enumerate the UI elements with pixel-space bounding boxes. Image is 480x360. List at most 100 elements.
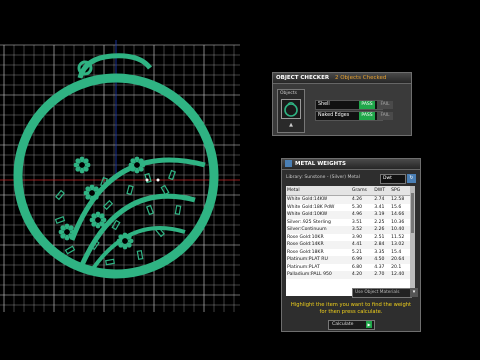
baguette-stone [160,184,170,196]
table-cell: 3.41 [374,204,385,210]
table-row[interactable]: Palladium:PALL 950 4.20 2.70 12.40 [286,271,410,279]
table-cell: 4.26 [350,195,374,204]
table-cell: Silver:.925 Sterling [287,219,331,225]
scale-icon [285,160,292,167]
metal-weights-title: METAL WEIGHTS [295,161,346,167]
table-cell: 20.64 [390,256,410,264]
flower-setting [58,223,76,241]
table-cell: 2.51 [374,234,385,240]
table-cell: 10.40 [390,226,410,234]
baguette-stone [64,245,76,255]
object-checker-title: OBJECT CHECKER [276,75,330,81]
table-cell: 20.1 [391,264,402,270]
table-scrollbar-thumb[interactable] [411,193,414,233]
metal-table[interactable]: Metal Grams DWT SPG White Gold:14KW 4.26 2… [286,186,410,296]
table-cell: White Gold:18K PdW [287,204,335,210]
baguette-stone [54,215,66,225]
column-header-spg[interactable]: SPG [390,186,410,196]
table-cell: 5.21 [351,249,363,255]
table-header-row: Metal Grams DWT SPG [286,186,410,196]
table-cell: 3.35 [374,249,385,255]
column-header-grams[interactable]: Grams [350,186,374,196]
table-row[interactable]: White Gold:14KW 4.26 2.74 12.58 [286,195,410,204]
naked-edges-pass-badge: PASS [359,112,375,120]
table-cell: 3.19 [373,211,391,219]
table-cell: 14.66 [390,211,410,219]
table-row[interactable]: Rose Gold:10KR 3.90 2.51 11.52 [286,234,410,242]
table-cell: 10.36 [391,219,405,225]
chevron-down-icon[interactable]: ▾ [410,288,418,297]
shell-pass-badge: PASS [359,101,375,109]
flower-setting [128,156,146,174]
flower-setting [116,232,134,250]
table-cell: 4.41 [350,241,374,249]
metal-weights-title-bar[interactable]: METAL WEIGHTS [282,159,420,170]
object-checker-title-bar[interactable]: OBJECT CHECKER 2 Objects Checked [273,73,411,84]
column-header-dwt[interactable]: DWT [373,186,391,196]
shell-fail-badge: FAIL [377,101,393,109]
table-cell: 3.52 [350,226,374,234]
table-cell: 3.90 [351,234,363,240]
flower-setting [89,211,107,229]
table-cell: Rose Gold:14KR [286,241,351,249]
library-label: Library: Sunstone - (Silver) Metal [286,175,360,180]
table-cell: 2.26 [373,226,391,234]
unit-select[interactable]: Dwt [380,174,406,184]
table-cell: 4.50 [373,256,391,264]
table-row[interactable]: Platinum:PLAT 6.80 4.37 20.1 [286,264,410,272]
object-thumbnail[interactable] [281,99,301,119]
shell-check-label: Shell [318,102,330,107]
table-row[interactable]: Platinum:PLAT RU 6.99 4.50 20.64 [286,256,410,264]
table-cell: 2.25 [374,219,385,225]
baguette-stone [174,205,182,215]
table-cell: White Gold:14KW [286,195,351,204]
table-cell: Platinum:PLAT RU [286,256,351,264]
table-cell: 4.37 [374,264,385,270]
table-cell: Platinum:PLAT [287,264,320,270]
objects-box: Objects ▲ [277,89,305,133]
table-cell: 5.30 [351,204,363,210]
unit-refresh-icon[interactable]: ↻ [407,174,416,183]
table-cell: 12.58 [390,195,410,204]
table-row[interactable]: Rose Gold:18KR 5.21 3.35 15.4 [286,249,410,257]
table-cell: White Gold:10KW [286,211,351,219]
table-cell: Rose Gold:10KR [287,234,324,240]
column-header-metal[interactable]: Metal [286,186,351,196]
metal-weights-panel: METAL WEIGHTS Library: Sunstone - (Silve… [281,158,421,332]
table-cell: 11.52 [391,234,405,240]
objects-checked-status: 2 Objects Checked [334,75,387,81]
table-row[interactable]: Silver:.925 Sterling 3.51 2.25 10.36 [286,219,410,227]
calculate-hint: Highlight the item you want to find the … [290,302,412,315]
table-cell: 2.74 [373,195,391,204]
table-cell: 2.84 [373,241,391,249]
material-source-select[interactable]: Use Object Materials [352,288,412,298]
table-cell: 13.02 [390,241,410,249]
table-cell: 3.51 [351,219,363,225]
flower-setting [83,184,101,202]
objects-label: Objects [280,91,298,96]
table-row[interactable]: White Gold:18K PdW 5.30 3.41 15.6 [286,204,410,212]
table-cell: 4.20 [350,271,374,279]
table-cell: 12.40 [390,271,410,279]
table-cell: 2.70 [373,271,391,279]
table-row[interactable]: Rose Gold:14KR 4.41 2.84 13.02 [286,241,410,249]
table-cell: 4.96 [350,211,374,219]
earring-thumbnail-icon [284,102,298,117]
scroll-up-arrow-icon[interactable]: ▲ [286,122,296,128]
baguette-stone [126,184,134,196]
table-cell: Palladium:PALL 950 [286,271,351,279]
table-cell: 6.99 [350,256,374,264]
table-row[interactable]: Silver:Continuum 3.52 2.26 10.40 [286,226,410,234]
naked-edges-fail-badge: FAIL [377,112,393,120]
table-cell: Rose Gold:18KR [287,249,324,255]
naked-edges-check-label: Naked Edges [318,113,350,118]
baguette-stone [145,204,155,216]
table-cell: Silver:Continuum [286,226,351,234]
table-cell: 15.6 [391,204,402,210]
table-cell: 6.80 [351,264,363,270]
baguette-stone [105,258,115,266]
flower-setting [73,156,91,174]
play-icon[interactable]: ▶ [366,321,372,328]
table-row[interactable]: White Gold:10KW 4.96 3.19 14.66 [286,211,410,219]
table-cell: 15.4 [391,249,402,255]
